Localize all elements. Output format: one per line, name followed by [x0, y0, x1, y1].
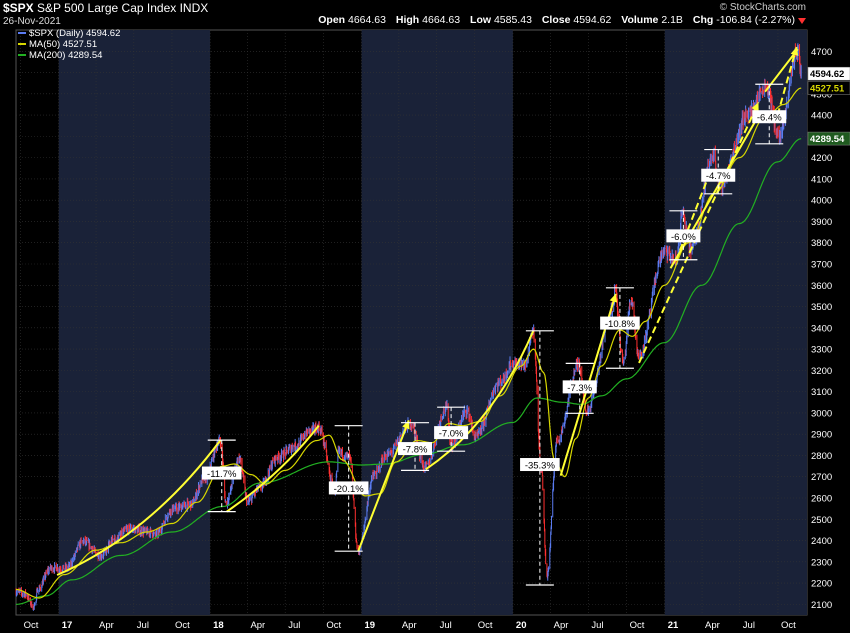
y-tick-label: 2900	[811, 430, 832, 441]
y-tick-label: 2100	[811, 600, 832, 611]
chart-legend: $SPX (Daily) 4594.62 MA(50) 4527.51 MA(2…	[18, 28, 120, 61]
x-tick-label: Apr	[554, 620, 569, 631]
x-tick-label: 20	[516, 620, 527, 631]
drawdown-label: -20.1%	[334, 484, 365, 495]
x-tick-label: Jul	[440, 620, 452, 631]
x-tick-label: 17	[62, 620, 73, 631]
legend-ma200-swatch	[18, 54, 26, 57]
legend-price-swatch	[18, 32, 26, 35]
x-tick-label: Apr	[402, 620, 417, 631]
drawdown-label: -7.8%	[403, 445, 428, 456]
price-tag-label: 4594.62	[810, 69, 844, 80]
y-tick-label: 4700	[811, 47, 832, 58]
price-chart[interactable]: 2100 2200 2300 2400 2500 2600 2700 2800 2900 3000…	[0, 0, 850, 633]
x-tick-label: Oct	[326, 620, 341, 631]
y-tick-label: 3100	[811, 387, 832, 398]
drawdown-label: -6.0%	[671, 232, 696, 243]
y-tick-label: 3600	[811, 281, 832, 292]
year-shade	[361, 30, 513, 615]
drawdown-label: -11.7%	[207, 469, 237, 480]
drawdown-label: -10.8%	[605, 319, 636, 330]
price-tag-label: 4527.51	[810, 83, 845, 94]
y-tick-label: 3300	[811, 345, 832, 356]
y-tick-label: 4200	[811, 153, 832, 164]
y-tick-label: 3000	[811, 408, 832, 419]
drawdown-label: -6.4%	[757, 113, 782, 124]
legend-ma200: MA(200) 4289.54	[18, 50, 120, 61]
x-tick-label: 18	[213, 620, 224, 631]
x-tick-label: Jul	[743, 620, 755, 631]
x-tick-label: Oct	[175, 620, 190, 631]
y-tick-label: 3800	[811, 238, 832, 249]
y-tick-label: 2500	[811, 515, 832, 526]
legend-price: $SPX (Daily) 4594.62	[18, 28, 120, 39]
y-tick-label: 3900	[811, 217, 832, 228]
drawdown-label: -4.7%	[706, 171, 731, 182]
x-tick-label: Oct	[630, 620, 645, 631]
legend-ma50-swatch	[18, 43, 26, 46]
drawdown-label: -7.0%	[439, 429, 464, 440]
x-tick-label: Oct	[781, 620, 796, 631]
y-tick-label: 2300	[811, 557, 832, 568]
y-tick-label: 2800	[811, 451, 832, 462]
x-tick-label: Apr	[250, 620, 265, 631]
x-tick-label: Oct	[24, 620, 39, 631]
y-tick-label: 4400	[811, 111, 832, 122]
y-tick-label: 3500	[811, 302, 832, 313]
y-tick-label: 2200	[811, 579, 832, 590]
y-tick-label: 3700	[811, 260, 832, 271]
y-tick-label: 3200	[811, 366, 832, 377]
y-tick-label: 2400	[811, 536, 832, 547]
y-tick-label: 3400	[811, 323, 832, 334]
price-tag-label: 4289.54	[810, 134, 845, 145]
x-tick-label: Jul	[137, 620, 149, 631]
drawdown-label: -35.3%	[525, 461, 556, 472]
x-tick-label: 19	[365, 620, 376, 631]
x-tick-label: Oct	[478, 620, 493, 631]
legend-ma50: MA(50) 4527.51	[18, 39, 120, 50]
y-tick-label: 4100	[811, 174, 832, 185]
drawdown-label: -7.3%	[567, 383, 592, 394]
x-tick-label: 21	[668, 620, 679, 631]
y-tick-label: 2700	[811, 472, 832, 483]
x-tick-label: Jul	[591, 620, 603, 631]
y-tick-label: 2600	[811, 494, 832, 505]
y-tick-label: 4000	[811, 196, 832, 207]
x-tick-label: Jul	[288, 620, 300, 631]
x-tick-label: Apr	[99, 620, 114, 631]
x-tick-label: Apr	[705, 620, 720, 631]
